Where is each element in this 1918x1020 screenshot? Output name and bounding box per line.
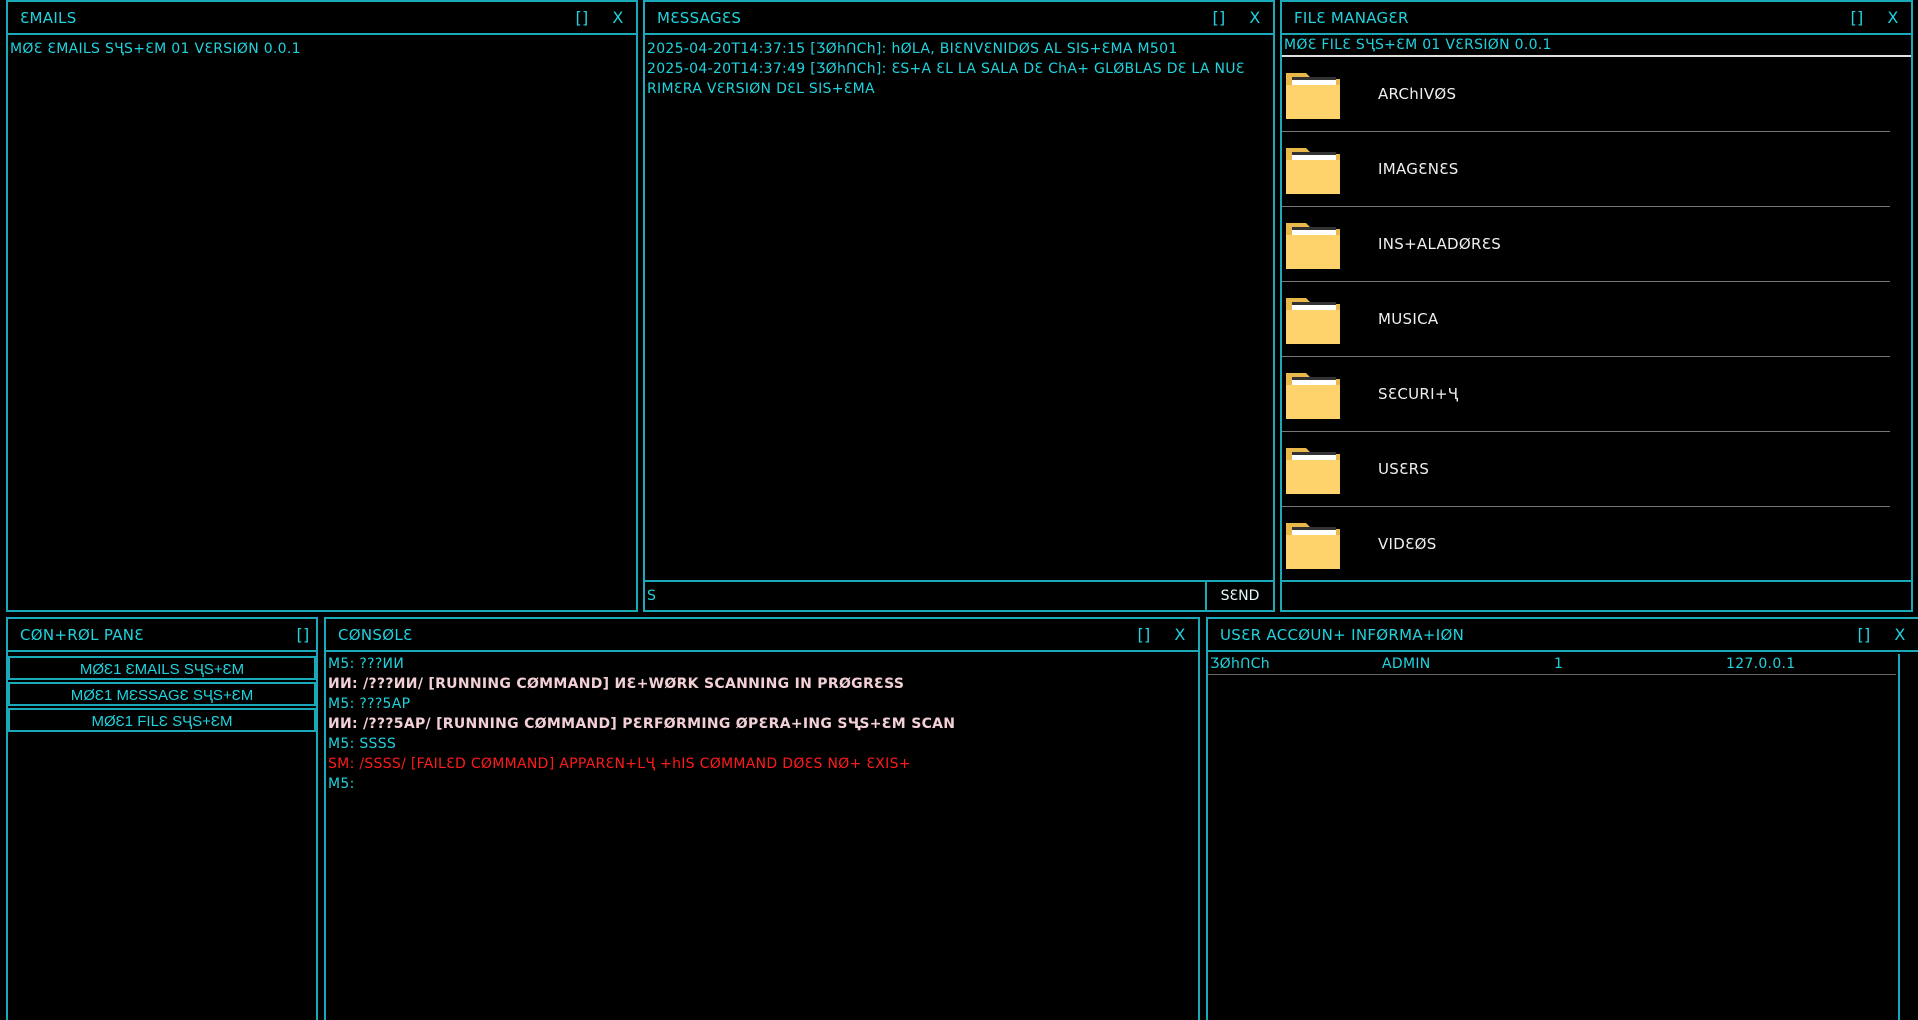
folder-label: INS+ALADØRƐS: [1378, 235, 1502, 253]
file-manager-status-bar: [1282, 580, 1911, 610]
user-ip-cell: 127.0.0.1: [1726, 656, 1796, 672]
user-table: ƷØhՈCh ADMIN 1 127.0.0.1: [1208, 652, 1918, 675]
folder-label: USƐRS: [1378, 460, 1430, 478]
messages-titlebar[interactable]: MƐSSAGƐS [] X: [645, 2, 1273, 35]
user-account-title: USƐR ACCØUN+ INFØRMA+IØN: [1220, 625, 1465, 644]
folder-list: ARChIVØS IMAGƐNƐS INS+ALADØRƐS MUSICA SƐCURI…: [1282, 57, 1911, 582]
file-manager-titlebar[interactable]: FILƐ MANAGƐR [] X: [1282, 2, 1911, 35]
open-file-system-button[interactable]: MØƐ1 FILƐ SҶS+ƐM: [8, 708, 316, 732]
folder-icon: [1284, 367, 1342, 421]
maximize-button[interactable]: []: [1846, 625, 1882, 644]
console-titlebar[interactable]: CØNSØLƐ [] X: [326, 619, 1198, 652]
console-line: M5: ???5AP: [328, 696, 411, 712]
user-account-window: USƐR ACCØUN+ INFØRMA+IØN [] X ƷØhՈCh ADM…: [1206, 617, 1918, 1020]
folder-icon: [1284, 217, 1342, 271]
folder-icon: [1284, 67, 1342, 121]
console-line: M5: ???ИИ: [328, 656, 405, 672]
messages-log: 2025-04-20T14:37:15 [ƷØhՈCh]: hØLA, BIƐN…: [645, 35, 1271, 99]
close-button[interactable]: X: [1162, 625, 1198, 644]
messages-title: MƐSSAGƐS: [657, 8, 742, 27]
message-line: 2025-04-20T14:37:49 [ƷØhՈCh]: ƐS+A ƐL LA…: [647, 61, 1245, 77]
maximize-button[interactable]: []: [290, 625, 316, 644]
console-line: M5: SSSS: [328, 736, 397, 752]
emails-body: MØƐ ƐMAILS SҶS+ƐM 01 VƐRSIØN 0.0.1: [8, 35, 636, 59]
message-line: 2025-04-20T14:37:15 [ƷØhՈCh]: hØLA, BIƐN…: [647, 41, 1178, 57]
close-button[interactable]: X: [1875, 8, 1911, 27]
maximize-button[interactable]: []: [564, 8, 600, 27]
console-log[interactable]: M5: ???ИИ ИИ: /???ИИ/ [RUNNING CØMMAND] И…: [326, 652, 1198, 794]
user-name-cell: ƷØhՈCh: [1210, 656, 1270, 672]
folder-item[interactable]: INS+ALADØRƐS: [1282, 207, 1890, 282]
open-emails-button[interactable]: MØƐ1 ƐMAILS SҶS+ƐM: [8, 656, 316, 680]
folder-label: MUSICA: [1378, 310, 1439, 328]
open-messages-button[interactable]: MØƐ1 MƐSSAGƐ SҶS+ƐM: [8, 682, 316, 706]
emails-title: ƐMAILS: [20, 8, 77, 27]
user-role-cell: ADMIN: [1382, 656, 1431, 672]
folder-item[interactable]: VIDƐØS: [1282, 507, 1890, 582]
folder-icon: [1284, 292, 1342, 346]
control-pane-titlebar[interactable]: CØN+RØL PANƐ []: [8, 619, 316, 652]
folder-item[interactable]: USƐRS: [1282, 432, 1890, 507]
user-row[interactable]: ƷØhՈCh ADMIN 1 127.0.0.1: [1208, 654, 1896, 675]
close-button[interactable]: X: [1237, 8, 1273, 27]
emails-window: ƐMAILS [] X MØƐ ƐMAILS SҶS+ƐM 01 VƐRSIØN…: [6, 0, 638, 612]
console-line: ИИ: /???5AP/ [RUNNING CØMMAND] PƐRFØRMIN…: [328, 716, 956, 732]
message-input[interactable]: [645, 582, 1207, 610]
messages-window: MƐSSAGƐS [] X 2025-04-20T14:37:15 [ƷØhՈC…: [643, 0, 1275, 612]
close-button[interactable]: X: [1882, 625, 1918, 644]
file-manager-title: FILƐ MANAGƐR: [1294, 8, 1409, 27]
folder-label: IMAGƐNƐS: [1378, 160, 1459, 178]
maximize-button[interactable]: []: [1839, 8, 1875, 27]
user-table-scrollbar[interactable]: [1898, 654, 1918, 1020]
folder-label: VIDƐØS: [1378, 535, 1437, 553]
console-line: SM: /SSSS/ [FAILƐD CØMMAND] APPARƐN+LҶ +…: [328, 756, 911, 772]
message-line: RIMƐRA VƐRSIØN DƐL SIS+ƐMA: [647, 81, 875, 97]
folder-item[interactable]: MUSICA: [1282, 282, 1890, 357]
emails-titlebar[interactable]: ƐMAILS [] X: [8, 2, 636, 35]
file-manager-window: FILƐ MANAGƐR [] X MØƐ FILƐ SҶS+ƐM 01 VƐR…: [1280, 0, 1913, 612]
maximize-button[interactable]: []: [1126, 625, 1162, 644]
message-compose-row: SƐND: [645, 580, 1273, 610]
folder-icon: [1284, 442, 1342, 496]
folder-icon: [1284, 142, 1342, 196]
console-line: ИИ: /???ИИ/ [RUNNING CØMMAND] ИƐ+WØRK SC…: [328, 676, 905, 692]
folder-item[interactable]: SƐCURI+Ҷ: [1282, 357, 1890, 432]
folder-icon: [1284, 517, 1342, 571]
control-pane-buttons: MØƐ1 ƐMAILS SҶS+ƐM MØƐ1 MƐSSAGƐ SҶS+ƐM M…: [8, 656, 316, 732]
console-line: M5:: [328, 776, 355, 792]
close-button[interactable]: X: [600, 8, 636, 27]
folder-label: ARChIVØS: [1378, 85, 1457, 103]
user-account-titlebar[interactable]: USƐR ACCØUN+ INFØRMA+IØN [] X: [1208, 619, 1918, 652]
maximize-button[interactable]: []: [1201, 8, 1237, 27]
user-id-cell: 1: [1554, 656, 1564, 672]
folder-label: SƐCURI+Ҷ: [1378, 385, 1459, 403]
console-title: CØNSØLƐ: [338, 625, 413, 644]
send-button[interactable]: SƐND: [1207, 582, 1273, 610]
console-window: CØNSØLƐ [] X M5: ???ИИ ИИ: /???ИИ/ [RUNNI…: [324, 617, 1200, 1020]
folder-item[interactable]: ARChIVØS: [1282, 57, 1890, 132]
control-pane-title: CØN+RØL PANƐ: [20, 625, 144, 644]
control-pane-window: CØN+RØL PANƐ [] MØƐ1 ƐMAILS SҶS+ƐM MØƐ1 …: [6, 617, 318, 1020]
file-manager-header: MØƐ FILƐ SҶS+ƐM 01 VƐRSIØN 0.0.1: [1282, 35, 1911, 57]
emails-version-line: MØƐ ƐMAILS SҶS+ƐM 01 VƐRSIØN 0.0.1: [10, 41, 301, 57]
folder-item[interactable]: IMAGƐNƐS: [1282, 132, 1890, 207]
